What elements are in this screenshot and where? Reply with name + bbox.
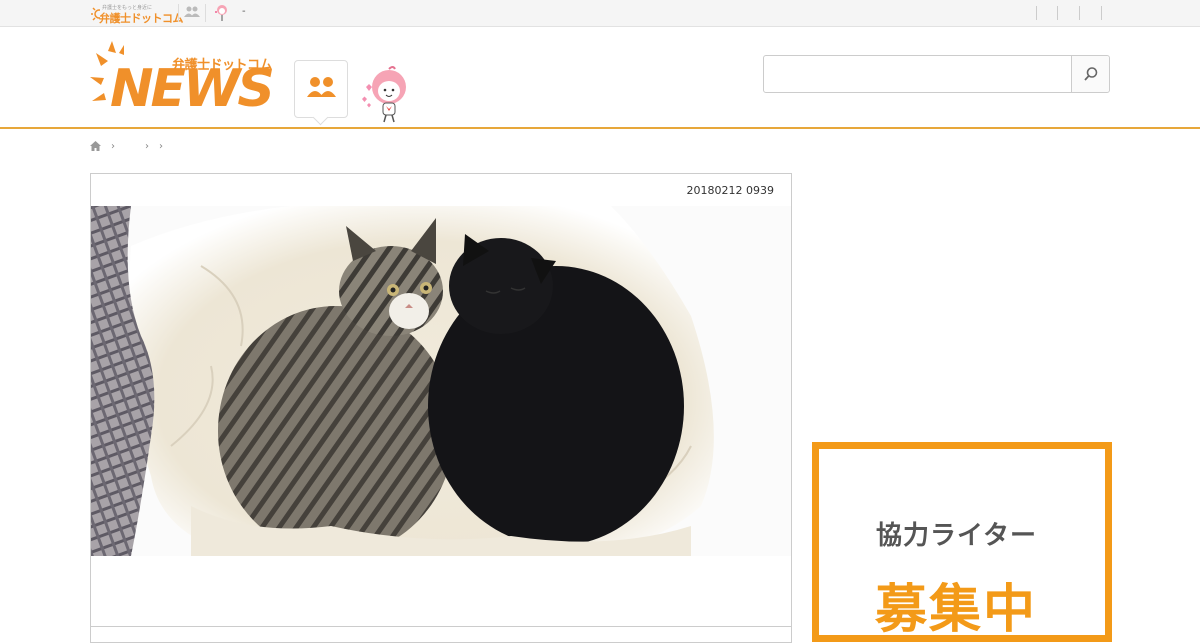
divider [178,4,179,22]
banner-heading: 協力ライター [876,521,1037,551]
search-input[interactable] [764,56,1071,92]
topbar-link-divider [1101,6,1102,20]
article-date: 20180212 0939 [686,184,774,197]
two-cats-photo [91,206,791,556]
mascot-icon[interactable] [212,3,232,23]
site-header: 弁護士ドットコム NEWS [0,27,1200,129]
search-box [763,55,1110,93]
community-button[interactable] [294,60,348,118]
breadcrumb-separator: › [111,140,115,152]
people-icon[interactable] [184,6,200,18]
banner-subheading: 募集中 [875,580,1038,640]
news-logo[interactable]: 弁護士ドットコム NEWS [88,39,278,119]
search-icon [1084,67,1098,81]
home-icon[interactable] [90,141,101,151]
mascot-character-icon [362,66,406,123]
article-divider [91,626,791,627]
search-button[interactable] [1071,56,1109,92]
people-icon [307,77,336,97]
writer-recruitment-banner[interactable]: 協力ライター 募集中 [812,442,1112,642]
article-card: 20180212 0939 [90,173,792,643]
logo-name: 弁護士ドットコム [99,12,184,25]
breadcrumb: › › › [90,139,163,153]
topbar-dash: - [242,6,246,17]
breadcrumb-separator: › [145,140,149,152]
top-utility-bar: 弁護士をもっと身近に 弁護士ドットコム - [0,0,1200,27]
breadcrumb-separator: › [159,140,163,152]
logo-news-text: NEWS [110,59,275,119]
topbar-link-divider [1057,6,1058,20]
bengo4-logo-small[interactable]: 弁護士をもっと身近に 弁護士ドットコム [90,3,184,25]
topbar-link-divider [1079,6,1080,20]
divider [205,4,206,22]
topbar-link-divider [1036,6,1037,20]
